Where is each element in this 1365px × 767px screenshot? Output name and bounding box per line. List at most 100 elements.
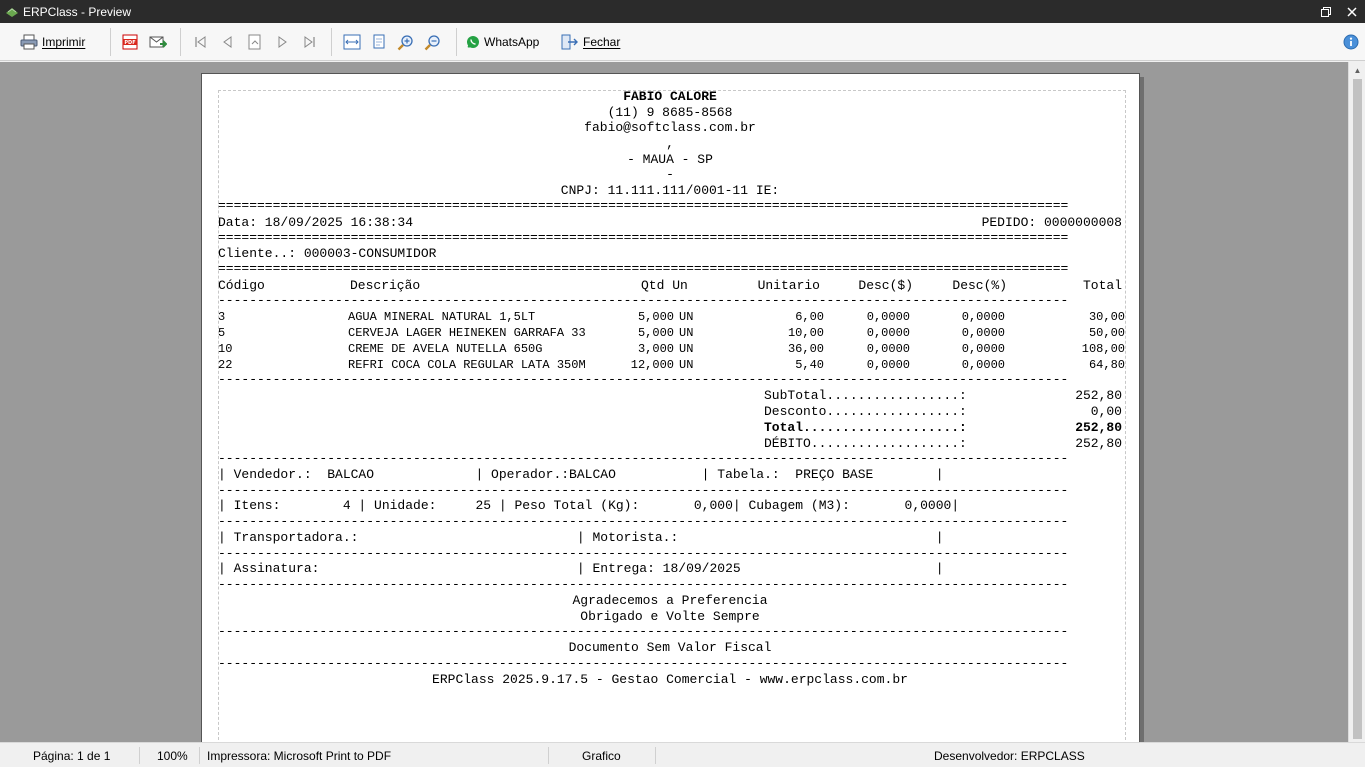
fiscal-note: Documento Sem Valor Fiscal — [568, 640, 772, 655]
close-window-button[interactable] — [1339, 0, 1365, 23]
item-total: 50,00 — [1088, 326, 1125, 340]
dashed-rule: ----------------------------------------… — [218, 484, 1069, 498]
printer-icon — [20, 34, 38, 50]
export-pdf-button[interactable]: PDF — [122, 23, 138, 61]
last-page-icon — [301, 35, 317, 49]
item-discount-value: 0,0000 — [866, 358, 910, 372]
printer-name: Impressora: Microsoft Print to PDF — [207, 748, 392, 763]
dashed-rule: ----------------------------------------… — [218, 625, 1069, 639]
column-header: Total — [1082, 278, 1122, 293]
first-page-icon — [193, 35, 209, 49]
whole-page-button[interactable] — [372, 23, 386, 61]
item-unit: UN — [679, 342, 694, 356]
page-indicator: Página: 1 de 1 — [33, 748, 111, 763]
total-value: 252,80 — [1075, 420, 1122, 435]
previous-page-icon — [221, 35, 235, 49]
item-unit-price: 10,00 — [787, 326, 824, 340]
whatsapp-button[interactable]: WhatsApp — [466, 23, 539, 61]
zoom-out-button[interactable] — [424, 23, 441, 61]
print-button[interactable]: Imprimir — [20, 23, 85, 61]
column-header: Unitario — [757, 278, 820, 293]
scroll-thumb[interactable] — [1353, 79, 1362, 739]
page-goto-icon — [247, 34, 263, 50]
svg-text:PDF: PDF — [124, 40, 135, 46]
client-info: Cliente..: 000003-CONSUMIDOR — [218, 246, 437, 261]
go-to-page-button[interactable] — [247, 23, 263, 61]
dashed-rule: ----------------------------------------… — [218, 578, 1069, 592]
company-name: FABIO CALORE — [623, 89, 717, 104]
pdf-icon: PDF — [122, 34, 138, 50]
item-quantity: 5,000 — [637, 326, 674, 340]
item-description: CERVEJA LAGER HEINEKEN GARRAFA 33 — [348, 326, 586, 340]
item-discount-value: 0,0000 — [866, 326, 910, 340]
item-discount-percent: 0,0000 — [961, 342, 1005, 356]
status-bar: Página: 1 de 1 100% Impressora: Microsof… — [0, 742, 1365, 767]
page-width-icon — [343, 34, 361, 50]
item-discount-percent: 0,0000 — [961, 326, 1005, 340]
item-discount-percent: 0,0000 — [961, 358, 1005, 372]
whole-page-icon — [372, 34, 386, 50]
app-icon — [5, 6, 19, 18]
whatsapp-icon — [466, 35, 480, 49]
receipt-footer: ERPClass 2025.9.17.5 - Gestao Comercial … — [432, 672, 908, 687]
item-discount-value: 0,0000 — [866, 310, 910, 324]
item-code: 5 — [218, 326, 226, 340]
column-header: Desc(%) — [952, 278, 1007, 293]
item-quantity: 12,000 — [630, 358, 674, 372]
last-page-button[interactable] — [301, 23, 317, 61]
page-width-button[interactable] — [343, 23, 361, 61]
dashed-rule: ----------------------------------------… — [218, 515, 1069, 529]
exit-icon — [561, 34, 579, 50]
dashed-rule: ----------------------------------------… — [218, 294, 1069, 308]
first-page-button[interactable] — [193, 23, 209, 61]
item-discount-value: 0,0000 — [866, 342, 910, 356]
zoom-in-button[interactable] — [397, 23, 414, 61]
item-quantity: 5,000 — [637, 310, 674, 324]
item-total: 108,00 — [1081, 342, 1125, 356]
vertical-scrollbar[interactable]: ▲ — [1348, 62, 1365, 742]
developer-info: Desenvolvedor: ERPCLASS — [934, 748, 1085, 763]
title-bar: ERPClass - Preview — [0, 0, 1365, 23]
scroll-up-arrow-icon[interactable]: ▲ — [1349, 62, 1365, 79]
total-label: SubTotal.................: — [764, 388, 967, 403]
total-value: 252,80 — [1075, 436, 1122, 451]
company-city: - MAUA - SP — [627, 152, 713, 167]
total-label: Total....................: — [764, 420, 967, 435]
email-export-icon — [149, 34, 167, 50]
window-title: ERPClass - Preview — [23, 4, 132, 19]
double-rule: ========================================… — [218, 199, 1069, 213]
info-icon — [1343, 34, 1359, 50]
help-button[interactable] — [1343, 23, 1359, 61]
double-rule: ========================================… — [218, 231, 1069, 245]
item-code: 10 — [218, 342, 233, 356]
thanks-message: Obrigado e Volte Sempre — [580, 609, 760, 624]
item-description: REFRI COCA COLA REGULAR LATA 350M — [348, 358, 586, 372]
company-extra: - — [666, 167, 674, 182]
items-summary-line: | Itens: 4 | Unidade: 25 | Peso Total (K… — [218, 498, 960, 513]
close-icon — [1347, 6, 1357, 17]
total-label: DÉBITO...................: — [764, 436, 967, 451]
zoom-in-icon — [397, 34, 414, 51]
next-page-button[interactable] — [275, 23, 289, 61]
restore-icon — [1321, 6, 1331, 17]
dashed-rule: ----------------------------------------… — [218, 547, 1069, 561]
item-unit: UN — [679, 358, 694, 372]
item-discount-percent: 0,0000 — [961, 310, 1005, 324]
item-quantity: 3,000 — [637, 342, 674, 356]
restore-button[interactable] — [1313, 0, 1339, 23]
close-preview-button[interactable]: Fechar — [561, 23, 620, 61]
whatsapp-label: WhatsApp — [484, 35, 540, 49]
column-header: Descrição — [350, 278, 421, 293]
zoom-level: 100% — [157, 748, 188, 763]
order-number: PEDIDO: 0000000008 — [981, 215, 1122, 230]
item-description: AGUA MINERAL NATURAL 1,5LT — [348, 310, 536, 324]
item-unit: UN — [679, 326, 694, 340]
company-cnpj: CNPJ: 11.111.111/0001-11 IE: — [560, 183, 780, 198]
dashed-rule: ----------------------------------------… — [218, 452, 1069, 466]
send-email-button[interactable] — [149, 23, 167, 61]
double-rule: ========================================… — [218, 262, 1069, 276]
company-phone: (11) 9 8685-8568 — [607, 105, 733, 120]
previous-page-button[interactable] — [221, 23, 235, 61]
preview-toolbar: Imprimir PDF WhatsApp Fechar — [0, 23, 1365, 61]
item-code: 3 — [218, 310, 226, 324]
